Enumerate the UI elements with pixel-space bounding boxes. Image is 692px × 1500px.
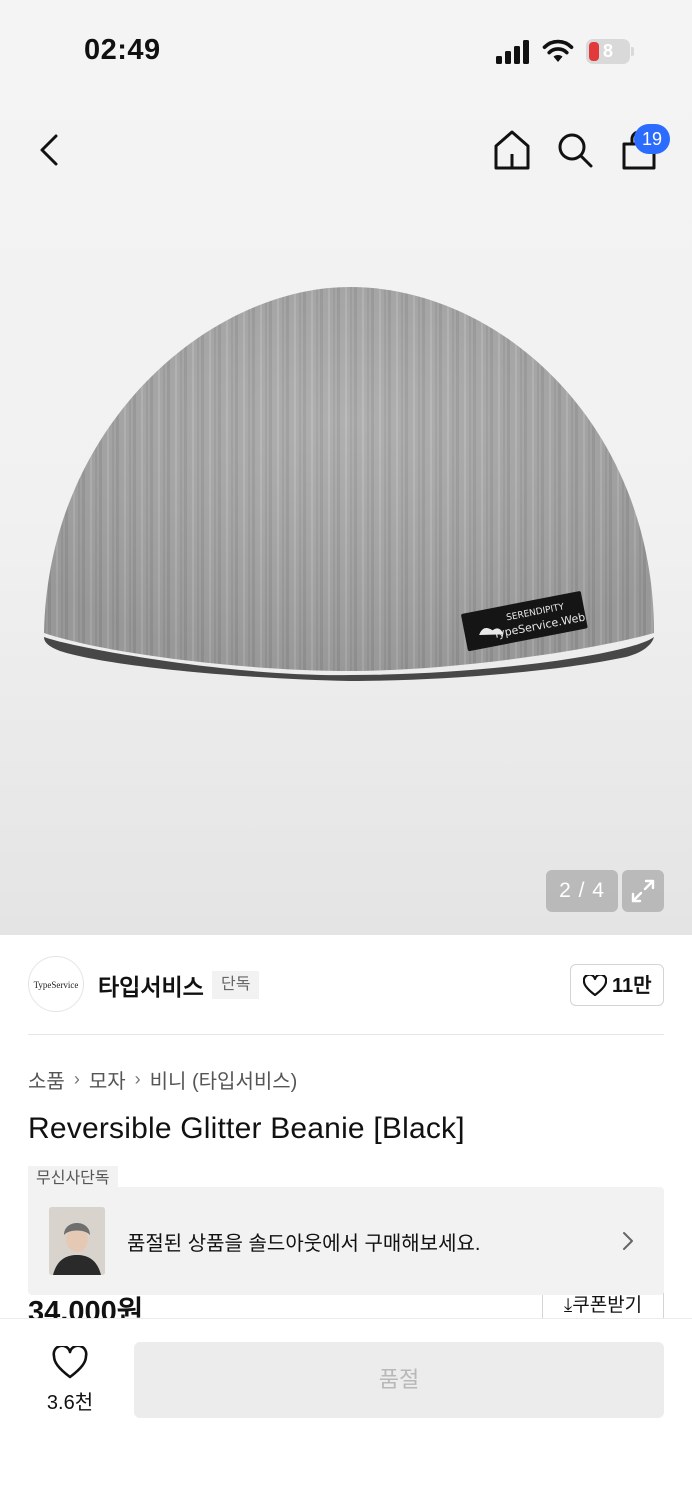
- breadcrumb-item-accessories[interactable]: 소품: [28, 1065, 65, 1094]
- chevron-right-icon: ›: [73, 1068, 80, 1089]
- chevron-right-icon: [623, 1232, 633, 1250]
- heart-icon: [583, 975, 607, 997]
- home-button[interactable]: [492, 128, 532, 172]
- divider: [28, 1034, 664, 1035]
- product-title: Reversible Glitter Beanie [Black]: [28, 1112, 465, 1145]
- chevron-left-icon: [40, 134, 58, 166]
- soldout-banner[interactable]: 품절된 상품을 솔드아웃에서 구매해보세요.: [28, 1187, 664, 1295]
- heart-icon: [52, 1346, 88, 1379]
- brand-logo[interactable]: TypeService: [28, 956, 84, 1012]
- battery-icon: 8: [586, 39, 634, 64]
- brand-name[interactable]: 타입서비스: [98, 968, 204, 1002]
- status-bar: 02:49 8: [0, 0, 692, 100]
- brand-exclusive-tag: 단독: [212, 971, 260, 999]
- breadcrumb-item-hats[interactable]: 모자: [89, 1065, 126, 1094]
- search-icon: [558, 133, 593, 168]
- back-button[interactable]: [30, 128, 70, 172]
- cellular-signal-icon: [496, 40, 529, 64]
- breadcrumb-item-beanie[interactable]: 비니 (타입서비스): [150, 1065, 298, 1094]
- status-time: 02:49: [84, 34, 161, 66]
- wifi-icon: [542, 39, 574, 62]
- brand-like-button[interactable]: 11만: [570, 964, 664, 1006]
- breadcrumb: 소품 › 모자 › 비니 (타입서비스): [28, 1065, 298, 1094]
- coupon-label: 쿠폰받기: [572, 1295, 643, 1316]
- chevron-right-icon: ›: [134, 1068, 141, 1089]
- buy-button[interactable]: 품절: [134, 1342, 664, 1418]
- banner-thumbnail: [49, 1207, 105, 1275]
- cart-count-badge: 19: [634, 124, 670, 154]
- wishlist-button[interactable]: 3.6천: [34, 1342, 106, 1418]
- home-icon: [494, 130, 530, 170]
- wishlist-count: 3.6천: [46, 1392, 94, 1414]
- expand-image-button[interactable]: [622, 870, 664, 912]
- expand-icon: [631, 879, 655, 903]
- brand-like-count: 11만: [612, 975, 652, 997]
- product-image[interactable]: SERENDIPITY TypeService.Web: [30, 275, 670, 695]
- product-gallery[interactable]: 02:49 8 19 SERENDIPITY TypeService.Web 2…: [0, 0, 692, 935]
- gallery-pager: 2 / 4: [546, 870, 618, 912]
- soldout-banner-text: 품절된 상품을 솔드아웃에서 구매해보세요.: [127, 1233, 481, 1255]
- search-button[interactable]: [555, 128, 595, 172]
- download-icon: ⤓: [563, 1295, 573, 1316]
- battery-level: 8: [602, 41, 613, 61]
